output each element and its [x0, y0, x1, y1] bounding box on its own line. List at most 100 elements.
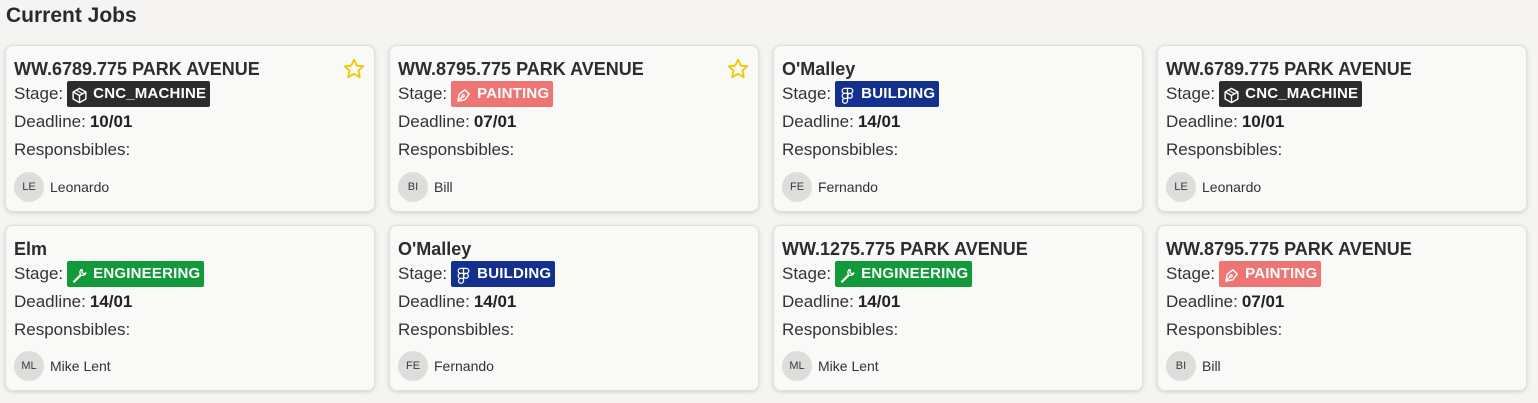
responsibles-row: Responsbibles:	[782, 316, 1134, 344]
pen-tool-icon	[1223, 266, 1240, 283]
stage-row: Stage: BUILDING	[782, 80, 1134, 108]
stage-badge-label: BUILDING	[477, 265, 552, 282]
job-card[interactable]: O'Malley Stage: BUILDING Deadline: 14/01…	[389, 225, 759, 391]
responsibles-row: Responsbibles:	[14, 136, 366, 164]
stage-badge-label: BUILDING	[861, 85, 936, 102]
responsibles-label: Responsbibles:	[782, 320, 899, 339]
star-icon[interactable]	[726, 57, 750, 81]
responsible-person: FE Fernando	[398, 351, 494, 381]
deadline-value: 14/01	[473, 292, 517, 311]
job-title: O'Malley	[782, 59, 856, 79]
avatar: BI	[398, 172, 428, 202]
stage-badge: ENGINEERING	[835, 261, 973, 287]
responsibles-row: Responsbibles:	[1166, 316, 1518, 344]
deadline-label: Deadline:	[14, 292, 86, 311]
responsibles-label: Responsbibles:	[782, 140, 899, 159]
responsibles-row: Responsbibles:	[14, 316, 366, 344]
job-card[interactable]: WW.1275.775 PARK AVENUE Stage: ENGINEERI…	[773, 225, 1143, 391]
stage-label: Stage:	[398, 84, 448, 103]
deadline-value: 10/01	[1241, 112, 1285, 131]
responsibles-label: Responsbibles:	[14, 140, 131, 159]
stage-row: Stage: CNC_MACHINE	[1166, 80, 1518, 108]
responsible-name: Bill	[1202, 358, 1221, 374]
responsibles-row: Responsbibles:	[1166, 136, 1518, 164]
stage-badge: BUILDING	[835, 81, 940, 107]
deadline-label: Deadline:	[1166, 112, 1238, 131]
deadline-label: Deadline:	[782, 112, 854, 131]
responsibles-label: Responsbibles:	[398, 320, 515, 339]
deadline-row: Deadline: 10/01	[14, 108, 366, 136]
deadline-label: Deadline:	[782, 292, 854, 311]
jobs-grid: WW.6789.775 PARK AVENUE Stage: CNC_MACHI…	[5, 45, 1527, 391]
deadline-value: 14/01	[89, 292, 133, 311]
stage-badge-label: CNC_MACHINE	[93, 85, 207, 102]
job-card[interactable]: O'Malley Stage: BUILDING Deadline: 14/01…	[773, 45, 1143, 212]
responsible-name: Leonardo	[50, 179, 110, 195]
stage-badge-label: CNC_MACHINE	[1245, 85, 1359, 102]
figma-icon	[839, 86, 856, 104]
job-card[interactable]: WW.6789.775 PARK AVENUE Stage: CNC_MACHI…	[1157, 45, 1527, 212]
responsibles-row: Responsbibles:	[398, 136, 750, 164]
deadline-row: Deadline: 14/01	[782, 108, 1134, 136]
avatar: BI	[1166, 351, 1196, 381]
job-card[interactable]: WW.8795.775 PARK AVENUE Stage: PAINTING …	[389, 45, 759, 212]
stage-row: Stage: ENGINEERING	[782, 260, 1134, 288]
responsible-person: LE Leonardo	[1166, 172, 1261, 202]
stage-badge: CNC_MACHINE	[67, 81, 211, 107]
job-title: WW.8795.775 PARK AVENUE	[1166, 239, 1412, 259]
deadline-value: 14/01	[857, 112, 901, 131]
figma-icon	[455, 266, 472, 284]
avatar: ML	[14, 351, 44, 381]
star-icon[interactable]	[342, 57, 366, 81]
stage-badge: PAINTING	[451, 81, 554, 107]
responsible-name: Fernando	[818, 179, 878, 195]
cube-icon	[1223, 86, 1240, 103]
cube-icon	[71, 86, 88, 103]
stage-badge-label: PAINTING	[477, 85, 550, 102]
deadline-label: Deadline:	[14, 112, 86, 131]
responsible-person: BI Bill	[1166, 351, 1221, 381]
stage-row: Stage: PAINTING	[398, 80, 750, 108]
deadline-value: 14/01	[857, 292, 901, 311]
stage-label: Stage:	[1166, 264, 1216, 283]
stage-row: Stage: CNC_MACHINE	[14, 80, 366, 108]
deadline-label: Deadline:	[398, 112, 470, 131]
deadline-row: Deadline: 10/01	[1166, 108, 1518, 136]
job-card[interactable]: WW.6789.775 PARK AVENUE Stage: CNC_MACHI…	[5, 45, 375, 212]
deadline-row: Deadline: 07/01	[1166, 288, 1518, 316]
responsibles-row: Responsbibles:	[398, 316, 750, 344]
job-card[interactable]: Elm Stage: ENGINEERING Deadline: 14/01 R…	[5, 225, 375, 391]
stage-label: Stage:	[1166, 84, 1216, 103]
stage-label: Stage:	[14, 264, 64, 283]
job-card[interactable]: WW.8795.775 PARK AVENUE Stage: PAINTING …	[1157, 225, 1527, 391]
stage-badge: BUILDING	[451, 261, 556, 287]
job-title: WW.6789.775 PARK AVENUE	[1166, 59, 1412, 79]
job-title: WW.1275.775 PARK AVENUE	[782, 239, 1028, 259]
responsibles-label: Responsbibles:	[1166, 140, 1283, 159]
stage-badge: ENGINEERING	[67, 261, 205, 287]
stage-label: Stage:	[14, 84, 64, 103]
deadline-row: Deadline: 14/01	[782, 288, 1134, 316]
avatar: LE	[14, 172, 44, 202]
responsible-name: Leonardo	[1202, 179, 1262, 195]
avatar: LE	[1166, 172, 1196, 202]
responsible-name: Mike Lent	[818, 358, 879, 374]
stage-badge: PAINTING	[1219, 261, 1322, 287]
responsibles-row: Responsbibles:	[782, 136, 1134, 164]
stage-row: Stage: ENGINEERING	[14, 260, 366, 288]
stage-badge-label: ENGINEERING	[861, 265, 969, 282]
responsible-person: BI Bill	[398, 172, 453, 202]
responsible-person: LE Leonardo	[14, 172, 109, 202]
stage-label: Stage:	[782, 84, 832, 103]
stage-row: Stage: PAINTING	[1166, 260, 1518, 288]
deadline-label: Deadline:	[1166, 292, 1238, 311]
responsible-person: ML Mike Lent	[14, 351, 111, 381]
job-title: Elm	[14, 239, 48, 259]
responsible-name: Fernando	[434, 358, 494, 374]
responsible-person: FE Fernando	[782, 172, 878, 202]
job-title: WW.8795.775 PARK AVENUE	[398, 59, 644, 79]
deadline-value: 07/01	[473, 112, 517, 131]
wrench-icon	[839, 266, 856, 283]
stage-badge-label: ENGINEERING	[93, 265, 201, 282]
avatar: FE	[782, 172, 812, 202]
